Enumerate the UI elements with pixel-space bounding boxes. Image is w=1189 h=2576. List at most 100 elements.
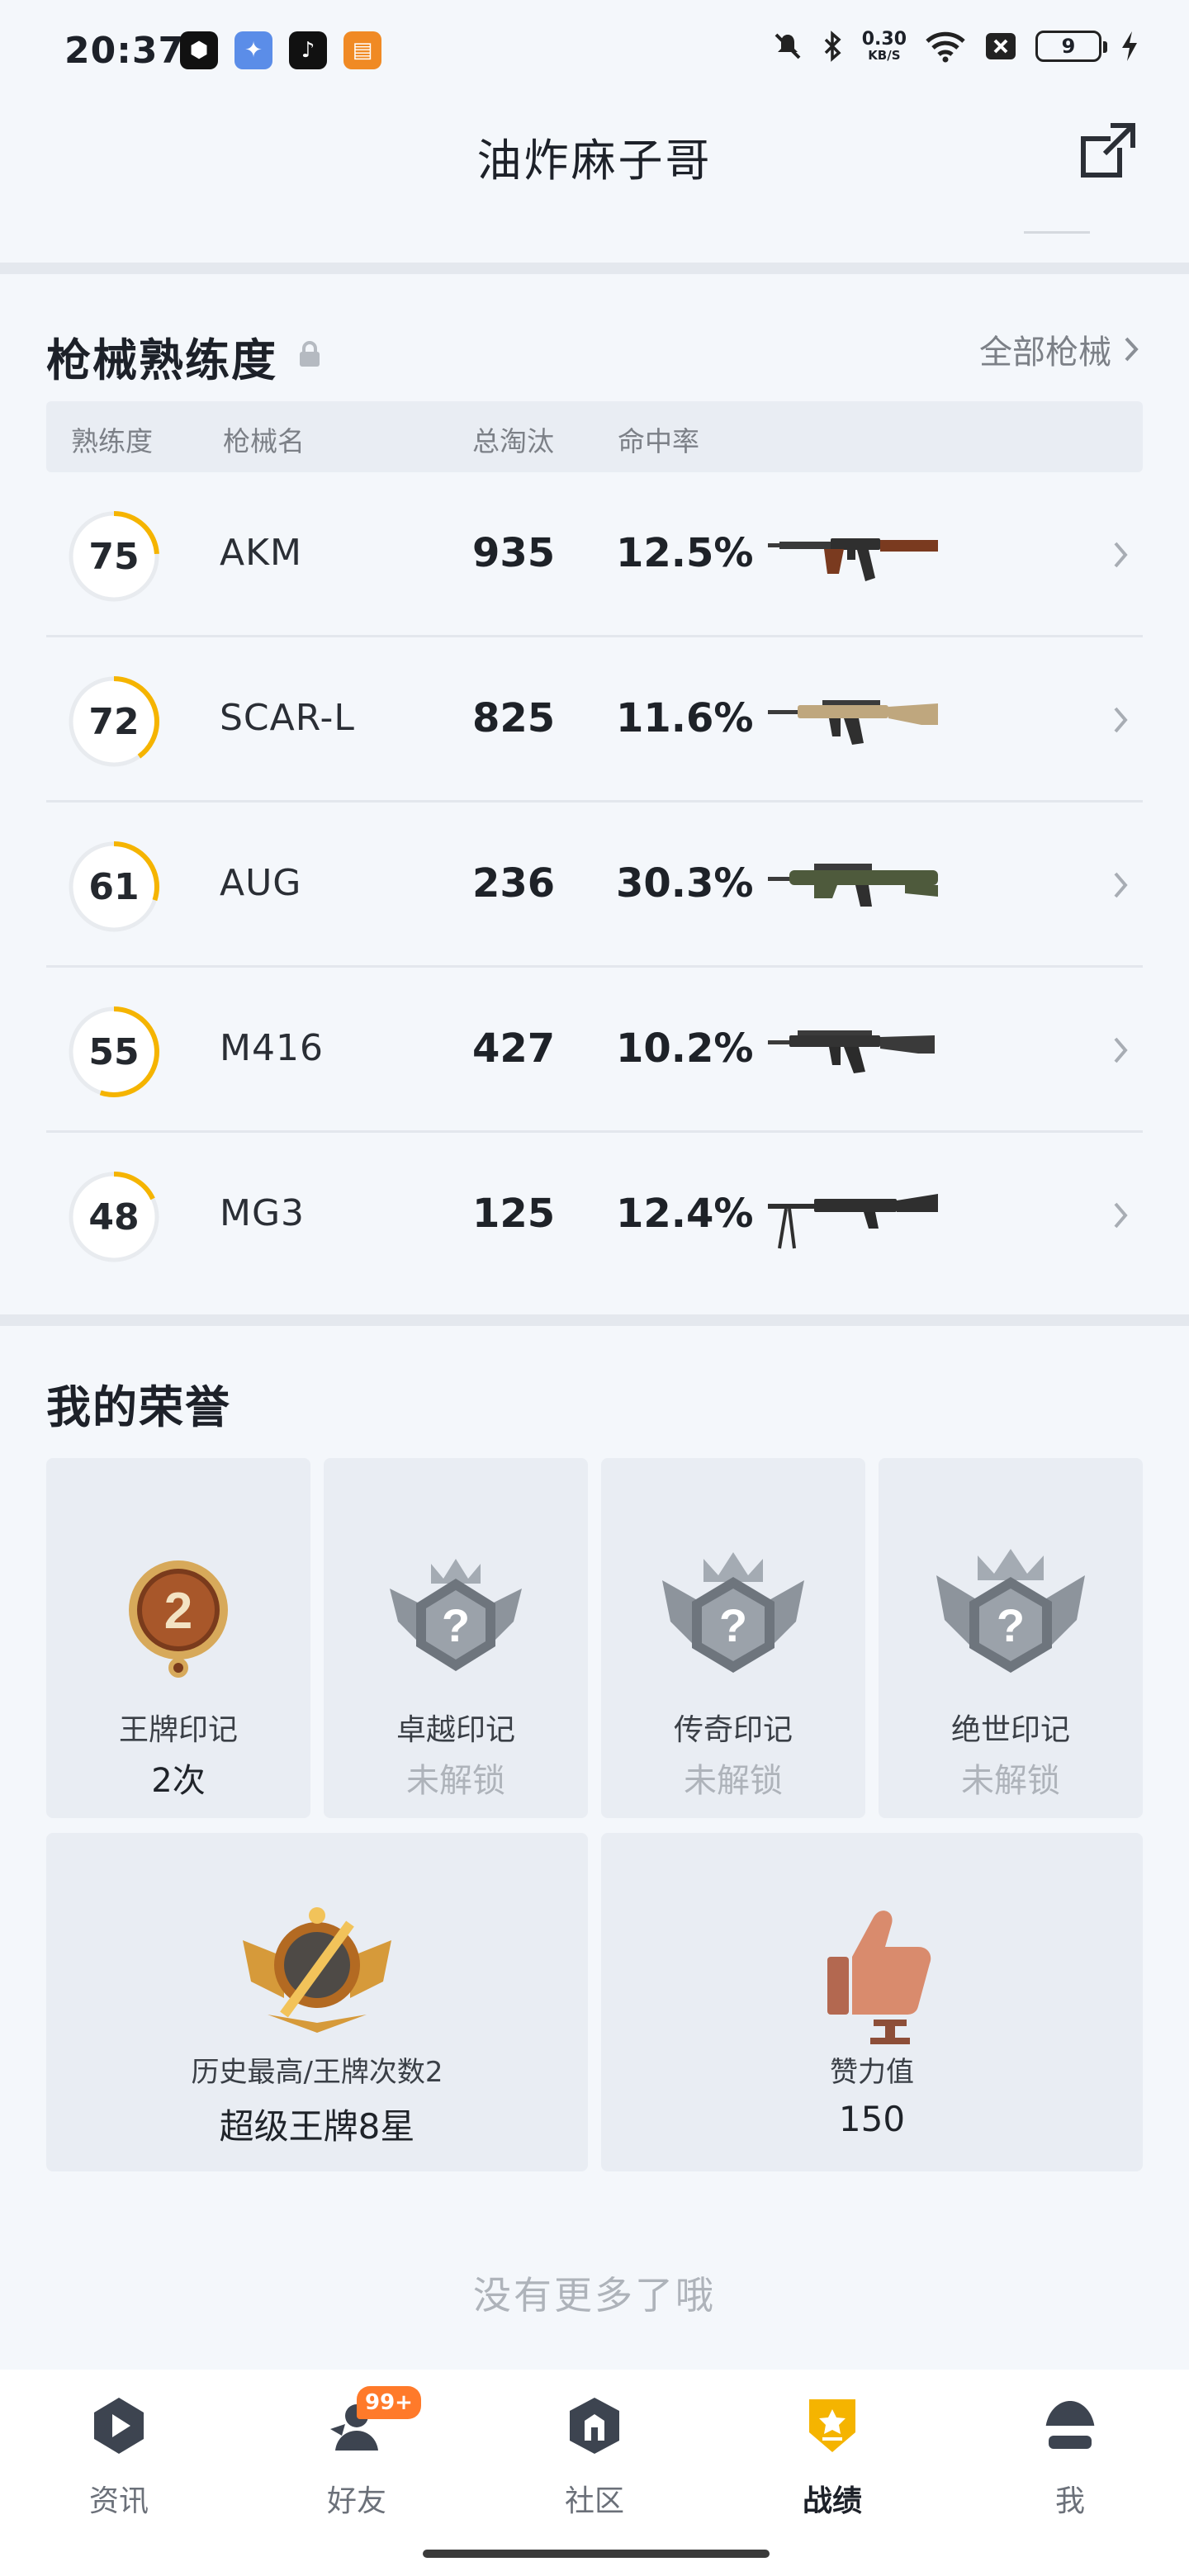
honor-badge-card[interactable]: ? 传奇印记 未解锁 — [601, 1458, 865, 1818]
section-title: 我的荣誉 — [46, 1381, 231, 1433]
all-weapons-label: 全部枪械 — [979, 334, 1111, 372]
game-app-icon: ✦ — [234, 31, 272, 69]
aug-rifle-icon — [768, 864, 938, 907]
akm-rifle-icon — [768, 538, 938, 581]
tab-friends[interactable]: 99+ 好友 — [274, 2386, 439, 2551]
thumbs-up-trophy-icon — [827, 1911, 931, 2044]
tab-label: 社区 — [564, 2484, 624, 2518]
notification-badge: 99+ — [357, 2386, 421, 2419]
badge-value: 2次 — [151, 1762, 206, 1800]
section-title: 枪械熟练度 — [46, 334, 277, 386]
mastery-level: 61 — [88, 865, 140, 908]
likes-card[interactable]: 赞力值 150 — [601, 1833, 1143, 2171]
divider — [0, 1314, 1189, 1326]
weapon-list: 75 AKM 935 12.5% 72 SCAR-L 825 11.6% 61 … — [46, 472, 1143, 1298]
tab-news[interactable]: 资讯 — [36, 2386, 201, 2551]
chevron-right-icon — [1114, 707, 1128, 733]
weapon-name: AKM — [220, 532, 302, 574]
badge-value: 未解锁 — [684, 1762, 783, 1800]
status-bar: 20:37 ⬢ ✦ ♪ ▤ 0.30 KB/S 9 — [0, 0, 1189, 99]
weapon-row[interactable]: 61 AUG 236 30.3% — [46, 803, 1143, 968]
bottom-tab-bar: 资讯 99+ 好友 社区 战绩 我 — [0, 2370, 1189, 2576]
locked-silver-badge-icon: ? — [662, 1552, 804, 1673]
shop-app-icon: ▤ — [343, 31, 381, 69]
honor-badge-card[interactable]: 2 王牌印记 2次 — [46, 1458, 310, 1818]
chevron-right-icon — [1114, 1037, 1128, 1063]
lock-icon[interactable] — [297, 340, 322, 368]
honor-badge-card[interactable]: ? 绝世印记 未解锁 — [879, 1458, 1143, 1818]
shield-app-icon: ⬢ — [180, 31, 218, 69]
honors-section: 我的荣誉 2 王牌印记 2次 ? 卓越印记 未解锁 ? 传奇印记 未解锁 ? 绝… — [0, 1326, 1189, 2370]
network-speed: 0.30 KB/S — [861, 29, 907, 63]
mastery-level: 48 — [88, 1196, 140, 1238]
weapon-row[interactable]: 72 SCAR-L 825 11.6% — [46, 637, 1143, 803]
share-external-icon[interactable] — [1075, 117, 1141, 183]
svg-text:2: 2 — [164, 1583, 192, 1640]
chevron-right-icon — [1125, 337, 1139, 362]
scar-l-rifle-icon — [768, 700, 938, 745]
m416-rifle-icon — [768, 1030, 935, 1073]
svg-text:?: ? — [997, 1599, 1025, 1651]
news-play-icon — [94, 2398, 144, 2454]
weapon-name: SCAR-L — [220, 697, 355, 739]
badge-value: 未解锁 — [406, 1762, 505, 1800]
highest-rank-card[interactable]: 历史最高/王牌次数2 超级王牌8星 — [46, 1833, 588, 2171]
weapon-name: MG3 — [220, 1192, 306, 1234]
mastery-level: 55 — [88, 1030, 140, 1073]
mute-icon — [775, 33, 801, 59]
tab-label: 我 — [1054, 2484, 1085, 2518]
weapon-accuracy: 11.6% — [616, 695, 754, 741]
weapon-kills: 236 — [472, 860, 556, 907]
weapon-mastery-section: 枪械熟练度 全部枪械 熟练度 枪械名 总淘汰 命中率 75 AKM 935 12… — [0, 274, 1189, 1314]
network-speed-unit: KB/S — [868, 48, 901, 63]
weapon-accuracy: 10.2% — [616, 1025, 754, 1072]
highest-rank-value: 超级王牌8星 — [219, 2106, 415, 2147]
locked-silver-badge-icon: ? — [390, 1559, 522, 1671]
tab-label: 战绩 — [802, 2484, 862, 2518]
network-speed-value: 0.30 — [861, 29, 907, 50]
helmet-icon — [1045, 2401, 1095, 2449]
badge-value: 未解锁 — [961, 1762, 1060, 1800]
chevron-right-icon — [1114, 872, 1128, 898]
weapon-row[interactable]: 55 M416 427 10.2% — [46, 968, 1143, 1133]
sim-off-icon — [986, 33, 1016, 59]
weapon-kills: 427 — [472, 1025, 556, 1072]
battery-indicator: 9 — [1035, 31, 1107, 62]
community-icon — [570, 2398, 619, 2454]
highest-rank-label: 历史最高/王牌次数2 — [191, 2056, 443, 2089]
tab-records[interactable]: 战绩 — [750, 2386, 915, 2551]
mastery-level: 75 — [88, 535, 140, 578]
badge-name: 绝世印记 — [950, 1713, 1070, 1747]
tab-label: 资讯 — [88, 2484, 149, 2518]
weapon-accuracy: 30.3% — [616, 860, 754, 907]
weapon-row[interactable]: 75 AKM 935 12.5% — [46, 472, 1143, 637]
honor-badge-card[interactable]: ? 卓越印记 未解锁 — [324, 1458, 588, 1818]
tab-me[interactable]: 我 — [988, 2386, 1153, 2551]
header-tab-indicator — [1024, 231, 1090, 234]
tab-label: 好友 — [326, 2484, 386, 2518]
super-ace-emblem-icon — [243, 1907, 391, 2033]
col-name: 枪械名 — [223, 425, 305, 457]
badge-name: 传奇印记 — [673, 1713, 793, 1747]
col-kills: 总淘汰 — [472, 425, 554, 457]
record-shield-icon — [809, 2399, 855, 2452]
tab-community[interactable]: 社区 — [512, 2386, 677, 2551]
col-level: 熟练度 — [71, 425, 153, 457]
page-title: 油炸麻子哥 — [476, 135, 713, 187]
page-header: 油炸麻子哥 — [0, 99, 1189, 264]
ace-medal-icon: 2 — [129, 1560, 228, 1678]
bluetooth-icon — [824, 31, 841, 62]
weapon-kills: 125 — [472, 1191, 556, 1237]
mastery-level: 72 — [88, 700, 140, 743]
status-time: 20:37 — [64, 30, 185, 72]
all-weapons-link[interactable]: 全部枪械 — [979, 325, 1139, 373]
weapon-accuracy: 12.5% — [616, 530, 754, 576]
weapon-accuracy: 12.4% — [616, 1191, 754, 1237]
home-indicator[interactable] — [423, 2550, 770, 2558]
weapon-row[interactable]: 48 MG3 125 12.4% — [46, 1133, 1143, 1298]
tiktok-icon: ♪ — [289, 31, 327, 69]
status-indicators: 0.30 KB/S 9 — [771, 30, 1139, 63]
weapon-kills: 935 — [472, 530, 556, 576]
mg3-machine-gun-icon — [768, 1194, 938, 1249]
svg-text:?: ? — [442, 1599, 470, 1651]
